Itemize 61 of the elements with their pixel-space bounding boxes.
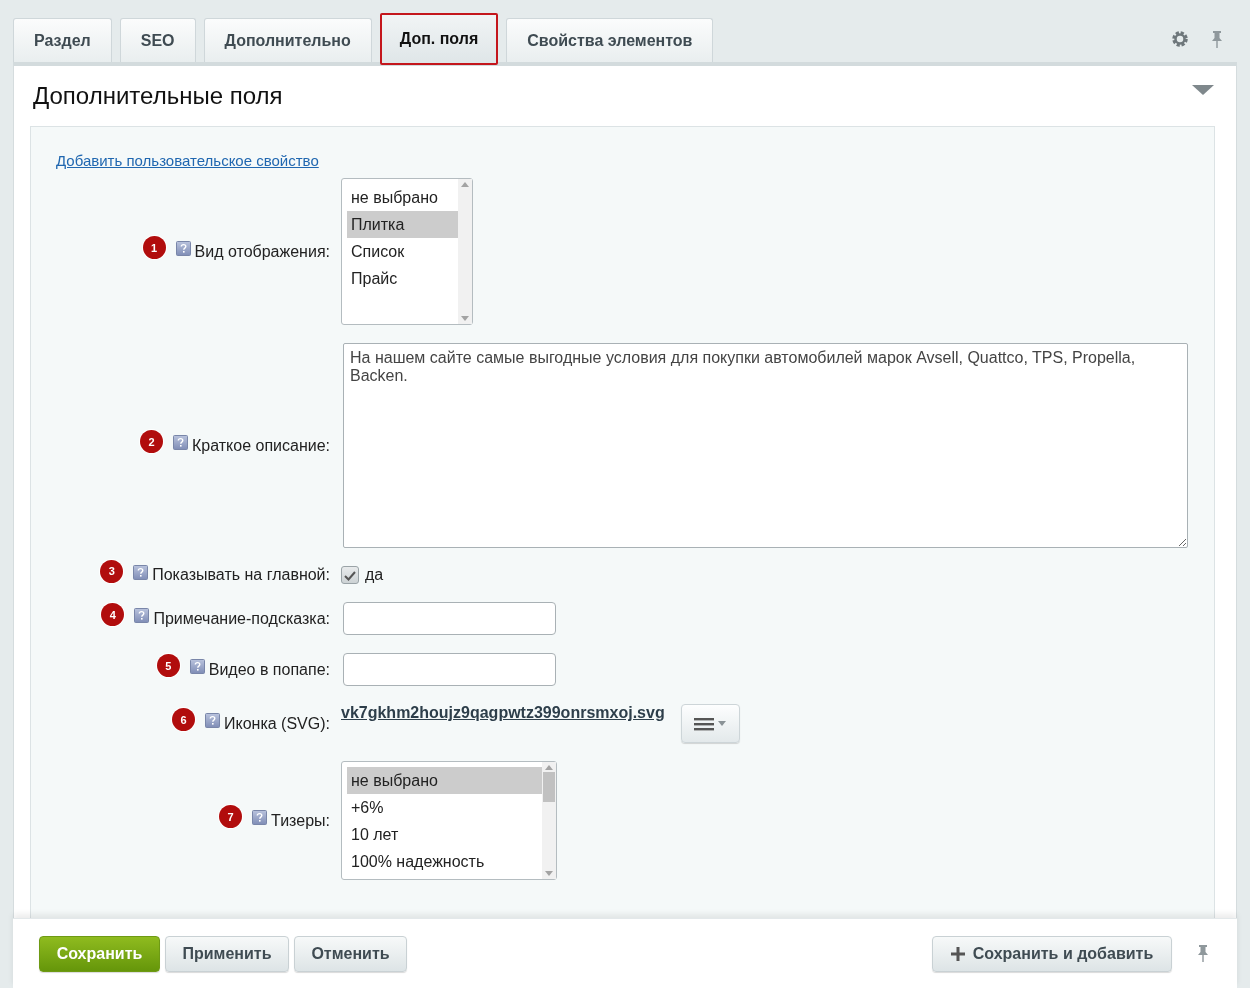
list-option[interactable]: Список [347, 238, 458, 265]
input-field[interactable] [343, 653, 556, 686]
list-option[interactable]: 100% надежность [347, 848, 542, 875]
tab[interactable]: SEO [119, 18, 196, 62]
help-icon[interactable] [134, 608, 150, 623]
help-icon[interactable] [252, 810, 268, 825]
scroll-thumb[interactable] [543, 772, 555, 802]
help-icon[interactable] [205, 713, 220, 728]
scroll-down-icon[interactable] [545, 871, 553, 876]
menu-button[interactable] [680, 704, 740, 743]
number-badge: 7 [219, 805, 243, 828]
scrollbar[interactable] [542, 762, 556, 879]
field-label: Показывать на главной: [152, 566, 330, 584]
number-badge: 3 [100, 559, 124, 583]
checkbox[interactable] [341, 566, 359, 584]
list-option[interactable]: +6% [347, 794, 542, 821]
list-option[interactable]: Плитка [347, 211, 458, 238]
list-box[interactable]: не выбрано Плитка Список Прайс [341, 178, 473, 325]
list-option[interactable]: не выбрано [347, 767, 542, 794]
list-option[interactable]: не выбрано [347, 184, 458, 211]
list-box[interactable]: не выбрано +6% 10 лет 100% надежность [341, 761, 557, 880]
number-badge: 4 [101, 603, 125, 626]
field-label: Краткое описание: [191, 436, 330, 455]
pin-icon[interactable] [1195, 944, 1211, 963]
scroll-up-icon[interactable] [461, 182, 469, 187]
field-label: Примечание-подсказка: [153, 609, 330, 628]
footer-button[interactable]: Применить [165, 935, 289, 972]
tab[interactable]: Дополнительно [203, 18, 372, 62]
field-label: Иконка (SVG): [224, 714, 330, 733]
list-option[interactable]: 10 лет [347, 821, 542, 848]
scroll-up-icon[interactable] [545, 765, 553, 770]
help-icon[interactable] [133, 564, 149, 580]
input-field[interactable] [343, 602, 556, 635]
number-badge: 5 [156, 654, 180, 677]
tab[interactable]: Раздел [13, 18, 112, 62]
settings-icon[interactable] [1171, 30, 1189, 48]
list-option[interactable]: Прайс [347, 265, 458, 292]
field-label: Тизеры: [271, 811, 330, 830]
text-area[interactable]: На нашем сайте самые выгодные условия для покупки автомобилей марок Avsell, Quattco, TPS, Propella, Backen. [343, 343, 1188, 548]
scrollbar[interactable] [458, 179, 472, 324]
number-badge: 2 [139, 430, 163, 453]
tab[interactable]: Доп. поля [379, 13, 499, 65]
number-badge: 1 [142, 236, 166, 259]
menu-icon [694, 716, 715, 731]
field-label: Вид отображения: [194, 242, 330, 261]
pin-icon[interactable] [1209, 30, 1225, 49]
save-and-add-button[interactable]: Сохранить и добавить [932, 935, 1172, 972]
scroll-down-icon[interactable] [461, 316, 469, 321]
plus-icon [950, 946, 965, 961]
file-link[interactable]: vk7gkhm2houjz9qagpwtz399onrsmxoj.svg [341, 704, 665, 722]
caret-icon [718, 721, 727, 726]
field-label: Видео в попапе: [208, 660, 330, 679]
footer-button[interactable]: Отменить [294, 935, 407, 972]
help-icon[interactable] [172, 435, 188, 450]
section-title: Дополнительные поля [33, 82, 283, 110]
add-property-link[interactable]: Добавить пользовательское свойство [56, 152, 319, 169]
checkbox-label: да [365, 566, 384, 584]
tab[interactable]: Свойства элементов [506, 18, 714, 62]
help-icon[interactable] [175, 241, 191, 256]
number-badge: 6 [172, 708, 195, 731]
help-icon[interactable] [189, 659, 205, 674]
